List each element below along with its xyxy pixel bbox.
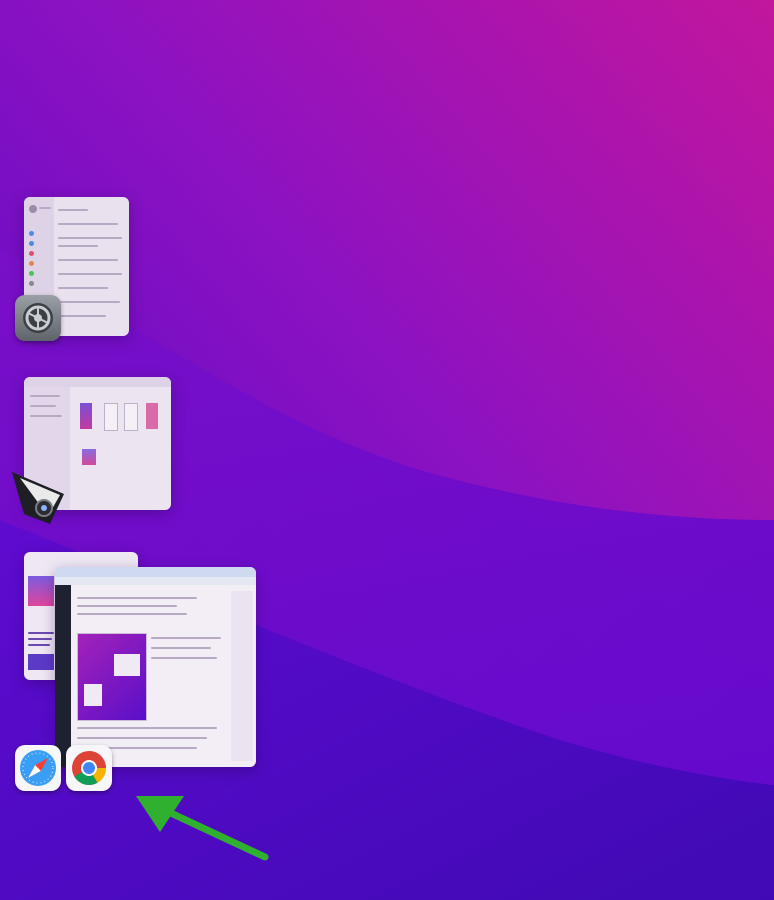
arrow-annotation — [136, 796, 269, 861]
desktop — [0, 0, 774, 900]
